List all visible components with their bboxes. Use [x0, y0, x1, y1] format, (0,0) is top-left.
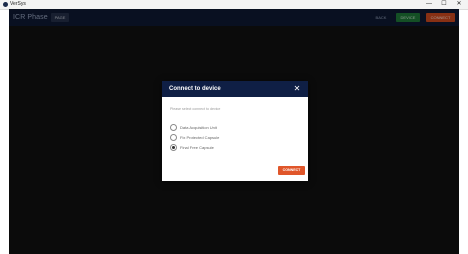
dialog-header: Connect to device ✕	[162, 81, 308, 97]
radio-button-selected[interactable]	[170, 144, 177, 151]
close-icon[interactable]: ✕	[292, 84, 302, 94]
connect-button[interactable]: CONNECT	[278, 166, 305, 175]
option-label: Final Free Capsule	[180, 145, 214, 150]
device-option-final-free-capsule[interactable]: Final Free Capsule	[170, 144, 290, 151]
option-label: Data Acquisition Unit	[180, 125, 217, 130]
device-option-fix-protected-capsule[interactable]: Fix Protected Capsule	[170, 134, 290, 141]
maximize-window-button[interactable]: ☐	[437, 0, 451, 9]
dialog-description: Please select connect to device	[170, 107, 221, 111]
radio-button[interactable]	[170, 134, 177, 141]
option-label: Fix Protected Capsule	[180, 135, 220, 140]
device-option-data-acquisition-unit[interactable]: Data Acquisition Unit	[170, 124, 290, 131]
dialog-title: Connect to device	[169, 86, 221, 92]
app-logo-icon	[3, 2, 8, 7]
connect-device-dialog: Connect to device ✕ Please select connec…	[162, 81, 308, 181]
radio-button[interactable]	[170, 124, 177, 131]
os-window-title: VerSys	[10, 1, 26, 7]
minimize-window-button[interactable]: —	[422, 0, 436, 9]
close-window-button[interactable]: ✕	[452, 0, 466, 9]
